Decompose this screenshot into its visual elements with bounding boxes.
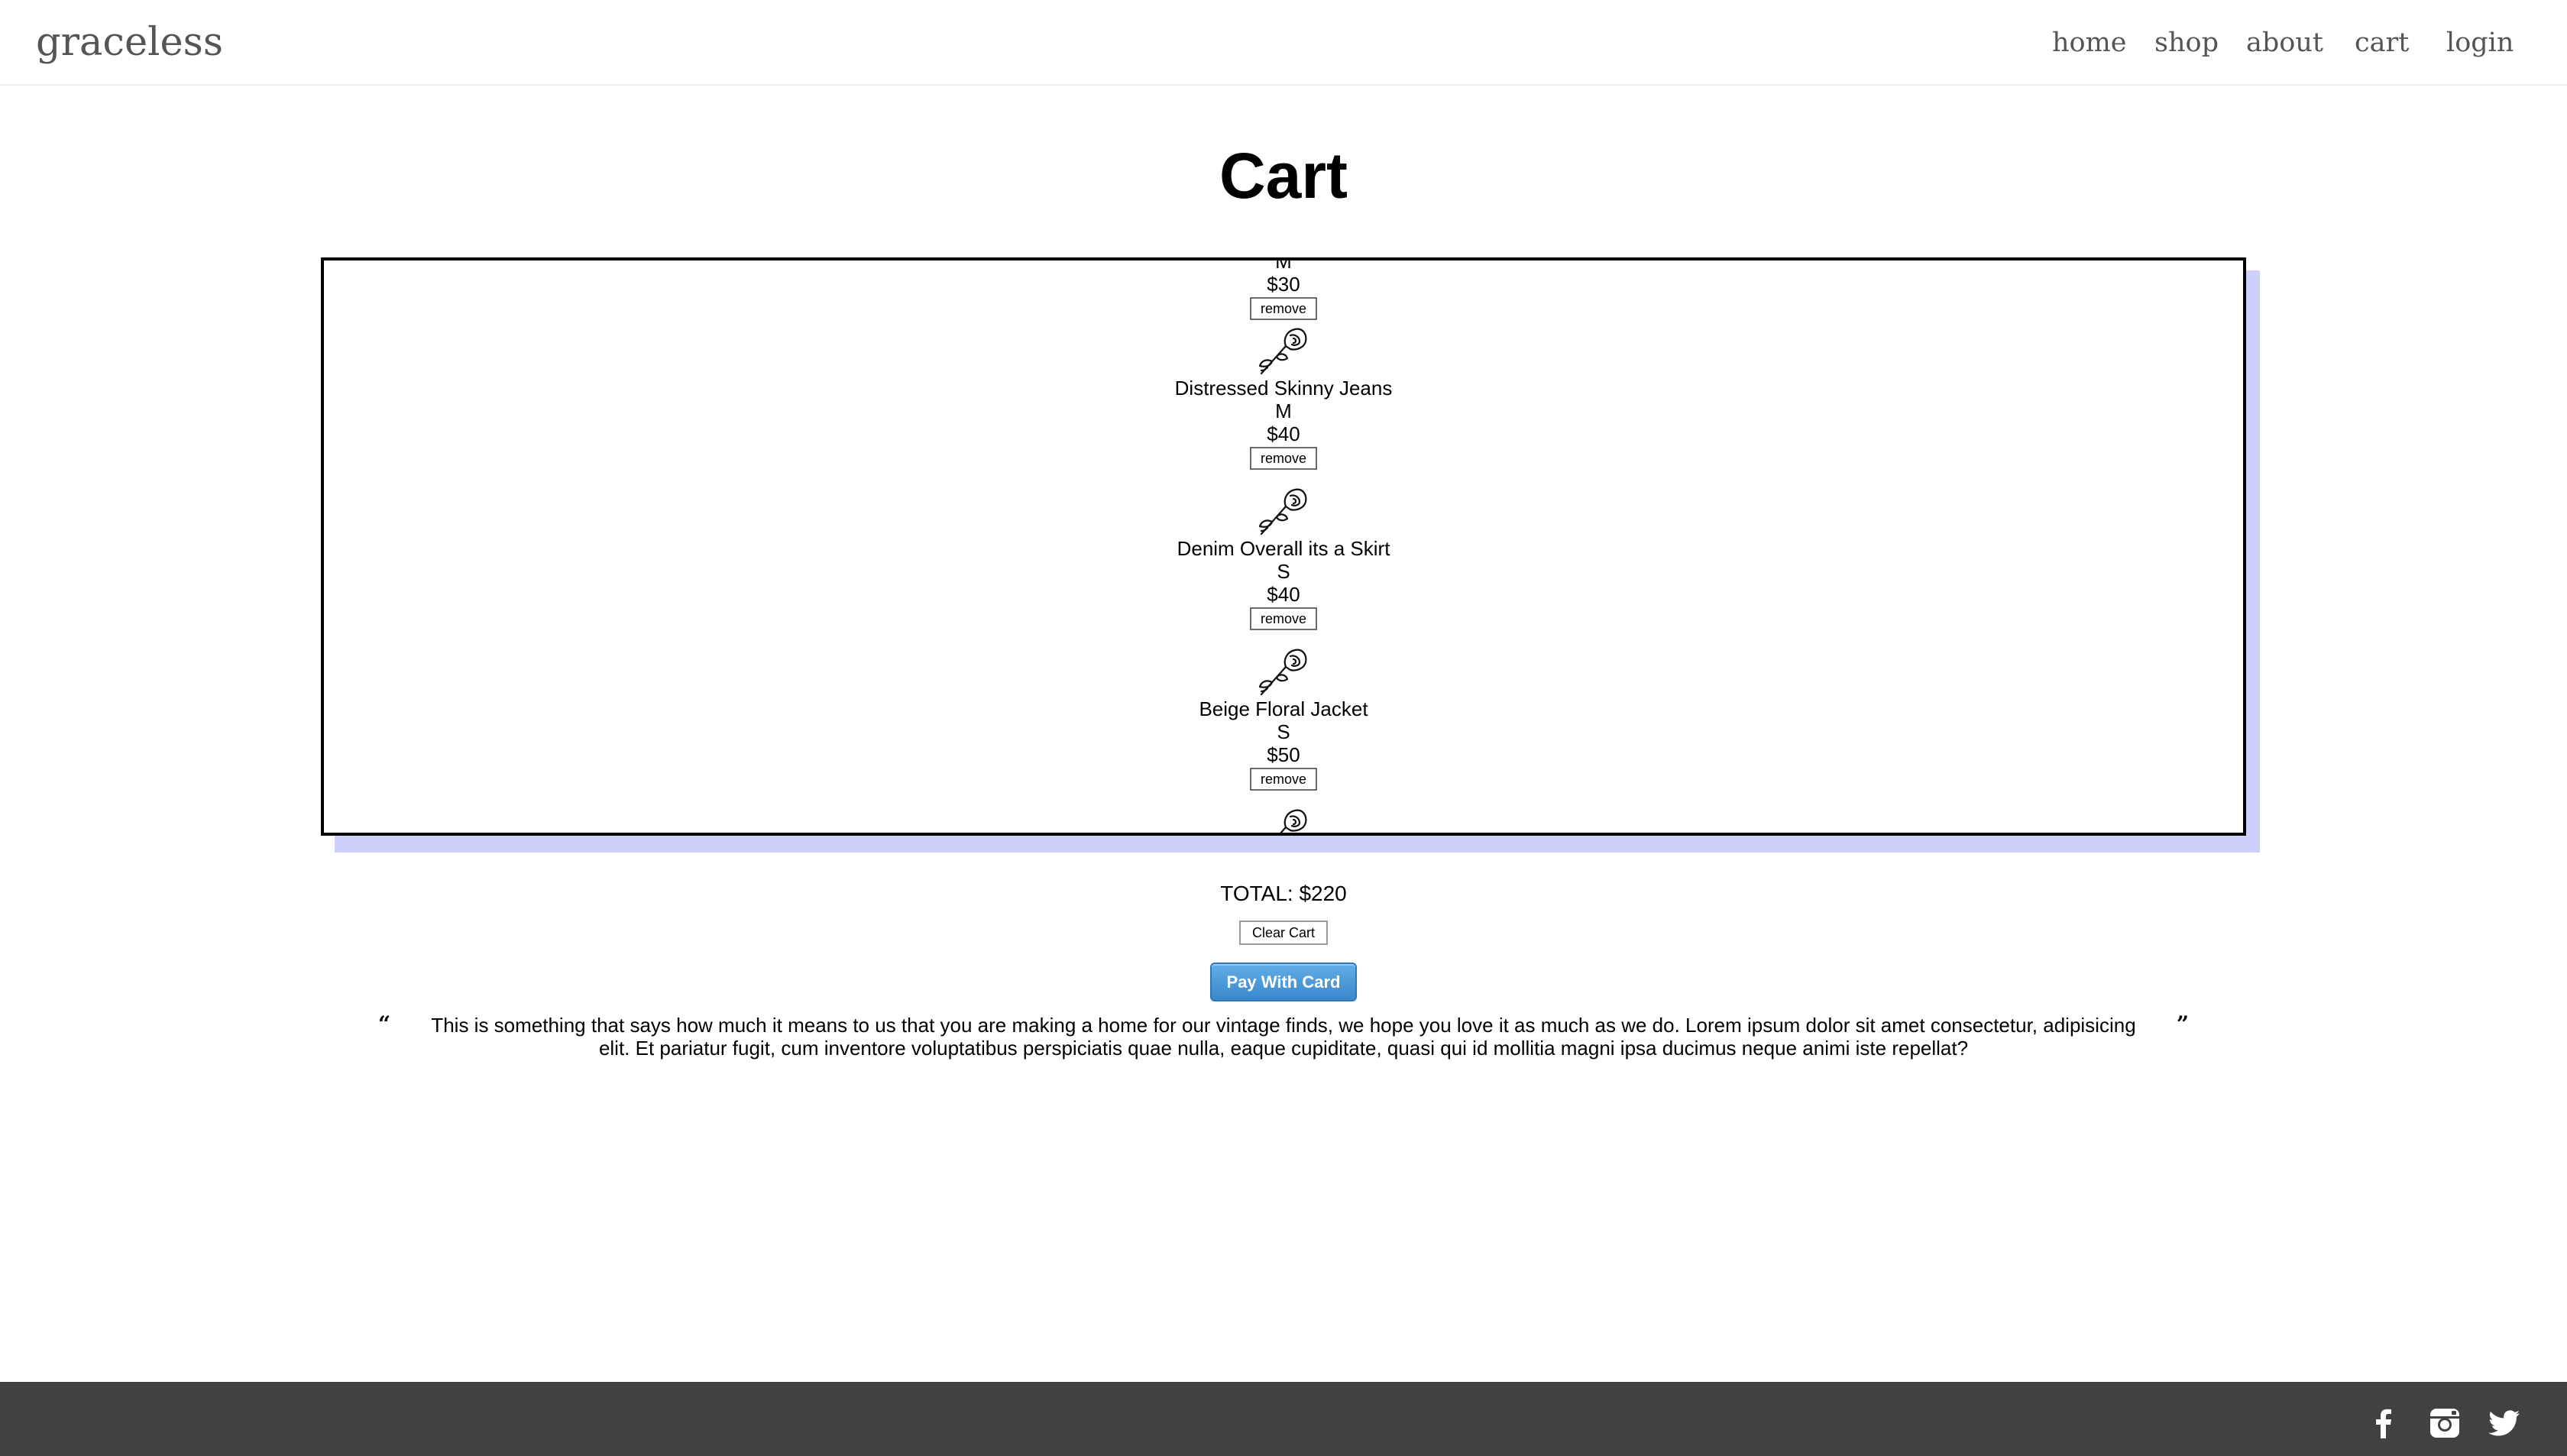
remove-button[interactable]: remove xyxy=(1249,768,1318,791)
cart-item: Denim Overall its a Skirt S $40 remove xyxy=(324,484,2243,641)
cart-list: M $30 remove Distressed Skinny Jeans M $… xyxy=(324,257,2243,833)
cart-items-scroll-area[interactable]: M $30 remove Distressed Skinny Jeans M $… xyxy=(321,257,2246,836)
pay-with-card-button[interactable]: Pay With Card xyxy=(1210,963,1357,1001)
nav-shop-link[interactable]: shop xyxy=(2154,23,2219,63)
remove-button[interactable]: remove xyxy=(1249,447,1318,470)
cart-item-partial-next xyxy=(324,804,2243,833)
cart-item: Distressed Skinny Jeans M $40 remove xyxy=(324,323,2243,480)
item-price: $40 xyxy=(1267,583,1300,606)
item-size: S xyxy=(1277,560,1290,583)
cart-total: TOTAL: $220 xyxy=(1220,882,1347,905)
twitter-icon[interactable] xyxy=(2486,1405,2523,1441)
rose-icon xyxy=(1258,328,1307,375)
item-size: M xyxy=(1275,257,1292,273)
page-title: Cart xyxy=(1219,140,1348,212)
close-quote-icon: ” xyxy=(2176,1011,2189,1037)
nav-about-link[interactable]: about xyxy=(2246,23,2323,63)
item-size: M xyxy=(1275,400,1292,422)
item-name: Distressed Skinny Jeans xyxy=(1174,377,1393,400)
rose-icon xyxy=(1280,809,1307,833)
nav-login-link[interactable]: login xyxy=(2446,23,2514,63)
brand-logo[interactable]: graceless xyxy=(36,15,223,70)
clear-cart-button[interactable]: Clear Cart xyxy=(1239,921,1328,945)
cart-item-partial: M $30 remove xyxy=(324,257,2243,320)
nav-home-link[interactable]: home xyxy=(2052,23,2127,63)
item-price: $30 xyxy=(1267,273,1300,296)
facebook-icon[interactable] xyxy=(2365,1405,2402,1441)
cart-item: Beige Floral Jacket S $50 remove xyxy=(324,644,2243,801)
nav-cart-link[interactable]: cart xyxy=(2355,23,2409,63)
open-quote-icon: “ xyxy=(378,1011,391,1037)
remove-button[interactable]: remove xyxy=(1249,607,1318,630)
footer xyxy=(0,1382,2567,1456)
item-name: Denim Overall its a Skirt xyxy=(1177,537,1390,560)
rose-icon xyxy=(1258,649,1307,696)
quote-block: “ This is something that says how much i… xyxy=(378,1014,2189,1060)
item-price: $40 xyxy=(1267,422,1300,445)
navbar: graceless home shop about cart login xyxy=(0,0,2567,86)
quote-text: This is something that says how much it … xyxy=(431,1014,2136,1060)
item-price: $50 xyxy=(1267,743,1300,766)
rose-icon xyxy=(1258,488,1307,535)
item-name: Beige Floral Jacket xyxy=(1199,697,1368,720)
remove-button[interactable]: remove xyxy=(1249,297,1318,320)
instagram-icon[interactable] xyxy=(2426,1405,2463,1441)
item-size: S xyxy=(1277,720,1290,743)
